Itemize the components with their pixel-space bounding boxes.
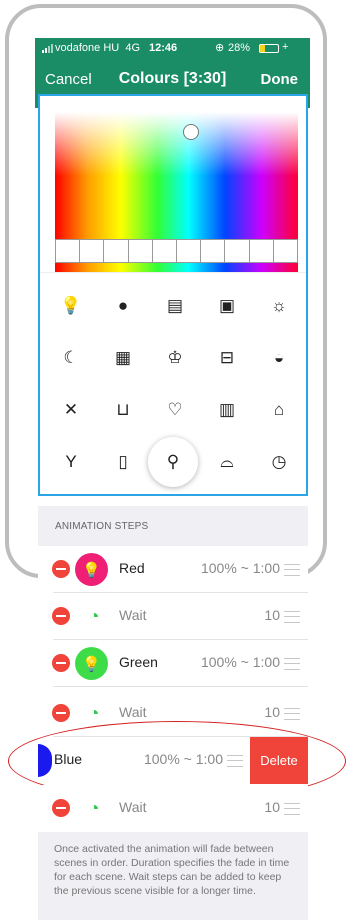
step-label: Green [119,654,158,670]
remove-step-button[interactable] [52,704,70,722]
step-row-red[interactable]: 💡 Red 100% ~ 1:00 [38,546,308,593]
battery-percent: 28% [228,42,251,54]
timer-icon: ◔ [88,702,100,723]
balloons-icon[interactable]: ⚲ [148,437,198,487]
color-swatch[interactable] [225,240,250,262]
bulb-outline-icon: 💡 [75,553,108,586]
step-label: Red [119,560,145,576]
step-row-green[interactable]: 💡 Green 100% ~ 1:00 [38,640,308,687]
presentation-icon[interactable]: ▤ [155,286,195,326]
clock-icon[interactable]: ◷ [259,442,299,482]
color-swatch[interactable] [104,240,129,262]
alarm-icon: ⊕ [215,42,225,54]
color-swatch[interactable] [56,240,81,262]
remove-step-button[interactable] [52,654,70,672]
house-icon[interactable]: ⌂ [259,390,299,430]
step-label: Wait [119,704,147,720]
step-value: 10 [264,799,280,815]
color-swatch[interactable] [129,240,153,262]
storage-icon[interactable]: ▣ [207,286,247,326]
drag-handle-icon[interactable] [284,708,300,720]
color-picker-panel: 💡 ● ▤ ▣ ☼ ☾ ▦ ♔ ⊟ ◒ ✕ ⊔ ♡ ▥ ⌂ Y ▯ ⚲ ⌓ ◷ [38,94,308,496]
heart-icon[interactable]: ♡ [155,390,195,430]
armchair-icon[interactable]: ⊔ [103,390,143,430]
drag-handle-icon[interactable] [284,564,300,576]
cocktail-icon[interactable]: Y [51,442,91,482]
step-row-blue[interactable]: Blue 100% ~ 1:00 Delete [38,737,308,784]
done-button[interactable]: Done [261,71,299,88]
color-swatch[interactable] [274,240,297,262]
step-value: 100% ~ 1:00 [200,654,280,670]
step-label: Wait [119,799,147,815]
chef-hat-icon[interactable]: ♔ [155,338,195,378]
section-header-label: ANIMATION STEPS [55,521,149,532]
sunrise-icon[interactable]: ⌓ [207,442,247,482]
color-dot [38,744,52,777]
step-row-wait[interactable]: ◔ Wait 10 [38,785,308,832]
color-swatch[interactable] [80,240,105,262]
remove-step-button[interactable] [52,607,70,625]
bulb-outline-icon: 💡 [75,647,108,680]
sun-icon[interactable]: ☼ [259,286,299,326]
step-row-wait[interactable]: ◔ Wait 10 [38,690,308,737]
food-bowl-icon[interactable]: ◒ [259,338,299,378]
remove-step-button[interactable] [52,560,70,578]
bed-icon[interactable]: ⊟ [207,338,247,378]
drag-handle-icon[interactable] [284,611,300,623]
color-swatch[interactable] [177,240,202,262]
nav-bar: Cancel Colours [3:30] Done [35,62,310,98]
help-footer: Once activated the animation will fade b… [38,832,308,920]
color-swatch[interactable] [153,240,178,262]
step-label: Wait [119,607,147,623]
clock-time: 12:46 [149,42,178,54]
charging-icon: + [282,41,289,53]
spectrum-handle[interactable] [183,124,199,140]
carrier-label: vodafone HU 4G [55,42,141,54]
timer-icon: ◔ [88,797,100,818]
step-row-wait[interactable]: ◔ Wait 10 [38,593,308,640]
moon-icon[interactable]: ☾ [51,338,91,378]
help-text: Once activated the animation will fade b… [54,843,290,897]
color-swatch[interactable] [250,240,274,262]
step-value: 10 [264,704,280,720]
battery-icon [259,44,279,53]
bulb-outline-icon[interactable]: 💡 [51,286,91,326]
tools-icon[interactable]: ✕ [51,390,91,430]
divider [40,272,306,273]
animation-steps-header: ANIMATION STEPS [38,506,308,546]
step-value: 100% ~ 1:00 [143,751,223,767]
delete-button[interactable]: Delete [250,737,308,784]
drag-handle-icon[interactable] [284,803,300,815]
signal-icon [42,44,53,53]
status-bar: vodafone HU 4G 12:46 ⊕ 28% + [35,38,310,60]
color-swatch[interactable] [201,240,226,262]
remove-step-button[interactable] [52,799,70,817]
swatch-row [55,239,298,263]
books-icon[interactable]: ▯ [103,442,143,482]
step-value: 100% ~ 1:00 [200,560,280,576]
bulb-filled-icon[interactable]: ● [103,286,143,326]
film-icon[interactable]: ▦ [103,338,143,378]
building-icon[interactable]: ▥ [207,390,247,430]
step-value: 10 [264,607,280,623]
drag-handle-icon[interactable] [284,658,300,670]
drag-handle-icon[interactable] [227,755,243,767]
timer-icon: ◔ [88,605,100,626]
step-label: Blue [54,751,83,767]
